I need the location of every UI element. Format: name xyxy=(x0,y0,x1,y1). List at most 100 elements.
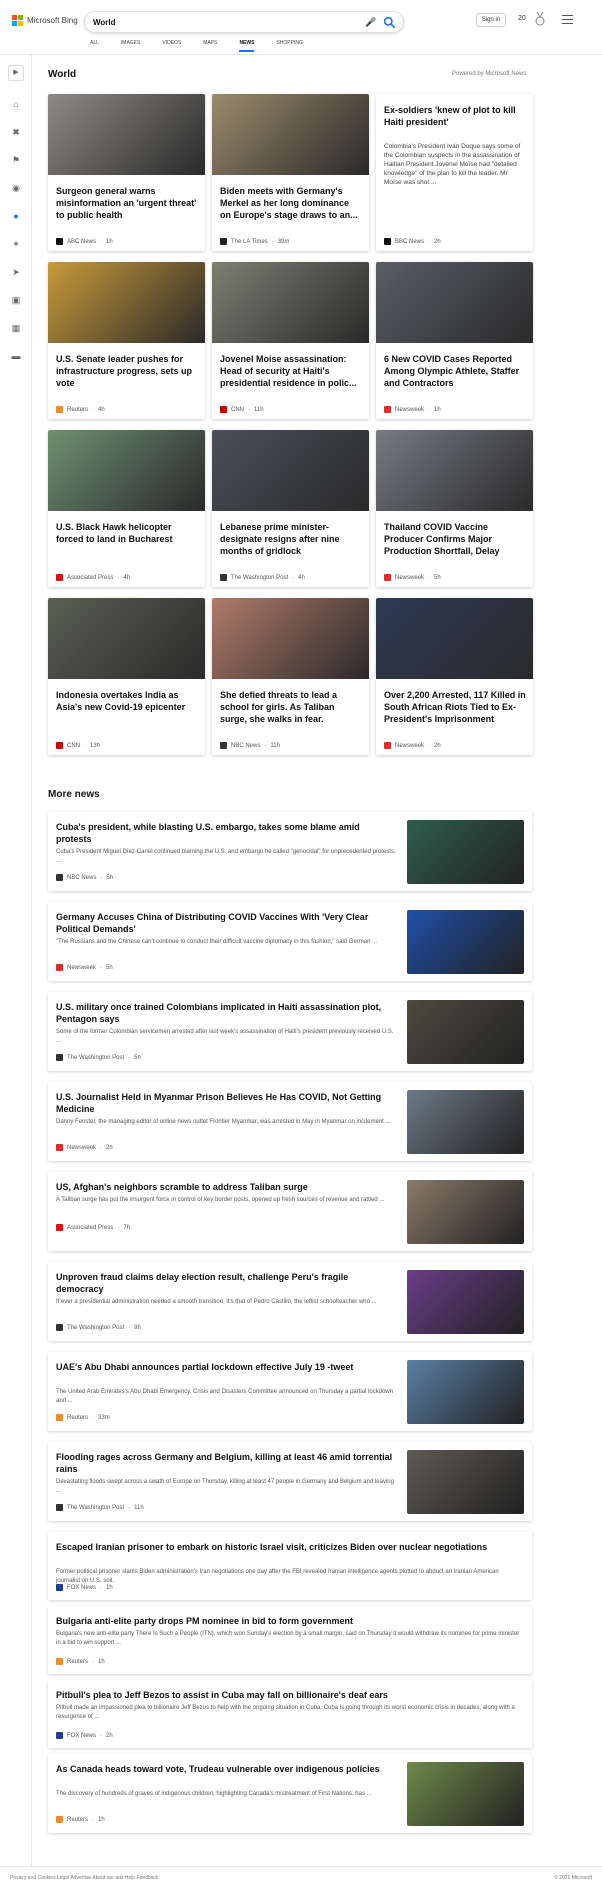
news-card[interactable]: 6 New COVID Cases Reported Among Olympic… xyxy=(376,262,533,419)
more-news-thumbnail[interactable] xyxy=(407,1270,524,1334)
news-card-title[interactable]: Over 2,200 Arrested, 117 Killed in South… xyxy=(384,689,526,725)
news-card[interactable]: Lebanese prime minister-designate resign… xyxy=(212,430,369,587)
more-news-title[interactable]: UAE's Abu Dhabi announces partial lockdo… xyxy=(56,1361,396,1373)
more-news-item[interactable]: Escaped Iranian prisoner to embark on hi… xyxy=(48,1532,532,1600)
more-news-item[interactable]: US, Afghan's neighbors scramble to addre… xyxy=(48,1172,532,1251)
news-card-image[interactable] xyxy=(212,94,369,175)
news-card[interactable]: Over 2,200 Arrested, 117 Killed in South… xyxy=(376,598,533,755)
more-news-title[interactable]: Escaped Iranian prisoner to embark on hi… xyxy=(56,1541,524,1553)
more-news-item[interactable]: Flooding rages across Germany and Belgiu… xyxy=(48,1442,532,1521)
news-card-title[interactable]: She defied threats to lead a school for … xyxy=(220,689,362,725)
more-news-title[interactable]: U.S. Journalist Held in Myanmar Prison B… xyxy=(56,1091,396,1115)
more-news-item[interactable]: Germany Accuses China of Distributing CO… xyxy=(48,902,532,981)
footer-links[interactable]: Privacy and Cookies Legal Advertise Abou… xyxy=(10,1875,158,1881)
news-card-image[interactable] xyxy=(212,262,369,343)
nav-shopping[interactable]: SHOPPING xyxy=(276,40,302,55)
hamburger-menu-icon[interactable] xyxy=(562,15,573,25)
location-pin-icon[interactable]: ◉ xyxy=(10,182,22,194)
news-card-title[interactable]: Biden meets with Germany's Merkel as her… xyxy=(220,185,362,221)
news-card-image[interactable] xyxy=(376,262,533,343)
rocket-icon[interactable]: ➤ xyxy=(10,266,22,278)
expand-sidebar-icon[interactable]: ▶ xyxy=(8,65,24,81)
news-card-title[interactable]: 6 New COVID Cases Reported Among Olympic… xyxy=(384,353,526,389)
rewards-medal-icon[interactable] xyxy=(534,12,546,26)
more-news-thumbnail[interactable] xyxy=(407,1360,524,1424)
news-card[interactable]: Thailand COVID Vaccine Producer Confirms… xyxy=(376,430,533,587)
more-news-title[interactable]: Pitbull's plea to Jeff Bezos to assist i… xyxy=(56,1689,524,1701)
news-card-image[interactable] xyxy=(212,598,369,679)
movie-icon[interactable]: ▣ xyxy=(10,294,22,306)
more-news-item[interactable]: UAE's Abu Dhabi announces partial lockdo… xyxy=(48,1352,532,1431)
nav-images[interactable]: IMAGES xyxy=(121,40,140,55)
flag-icon[interactable]: ⚑ xyxy=(10,154,22,166)
news-card-image[interactable] xyxy=(48,262,205,343)
news-card-title[interactable]: Thailand COVID Vaccine Producer Confirms… xyxy=(384,521,526,557)
dot-separator: · xyxy=(128,1054,131,1061)
more-news-item[interactable]: Unproven fraud claims delay election res… xyxy=(48,1262,532,1341)
more-news-thumbnail[interactable] xyxy=(407,820,524,884)
news-card-image[interactable] xyxy=(212,430,369,511)
more-news-title[interactable]: US, Afghan's neighbors scramble to addre… xyxy=(56,1181,396,1193)
news-card[interactable]: Surgeon general warns misinformation an … xyxy=(48,94,205,251)
more-news-title[interactable]: Unproven fraud claims delay election res… xyxy=(56,1271,396,1295)
search-input[interactable] xyxy=(93,15,363,30)
more-news-item[interactable]: Cuba's president, while blasting U.S. em… xyxy=(48,812,532,891)
news-card-title[interactable]: U.S. Black Hawk helicopter forced to lan… xyxy=(56,521,198,545)
more-news-item[interactable]: U.S. military once trained Colombians im… xyxy=(48,992,532,1071)
more-news-title[interactable]: Germany Accuses China of Distributing CO… xyxy=(56,911,396,935)
nav-news[interactable]: NEWS xyxy=(239,40,255,55)
news-card-image[interactable] xyxy=(376,598,533,679)
news-card-image[interactable] xyxy=(48,598,205,679)
news-card-title[interactable]: Ex-soldiers 'knew of plot to kill Haiti … xyxy=(384,104,526,128)
rewards-points[interactable]: 20 xyxy=(518,15,526,22)
more-news-title[interactable]: Bulgaria anti-elite party drops PM nomin… xyxy=(56,1615,524,1627)
news-card[interactable]: Ex-soldiers 'knew of plot to kill Haiti … xyxy=(376,94,533,251)
news-card[interactable]: Indonesia overtakes India as Asia's new … xyxy=(48,598,205,755)
home-icon[interactable]: ⌂ xyxy=(10,98,22,110)
news-card-title[interactable]: Jovenel Moise assassination: Head of sec… xyxy=(220,353,362,389)
globe-icon[interactable]: ● xyxy=(10,210,22,222)
microphone-icon[interactable]: 🎤 xyxy=(365,17,377,29)
nav-maps[interactable]: MAPS xyxy=(203,40,217,55)
news-card-title[interactable]: Indonesia overtakes India as Asia's new … xyxy=(56,689,198,713)
more-news-thumbnail[interactable] xyxy=(407,1090,524,1154)
news-card[interactable]: U.S. Black Hawk helicopter forced to lan… xyxy=(48,430,205,587)
news-card[interactable]: She defied threats to lead a school for … xyxy=(212,598,369,755)
nav-videos[interactable]: VIDEOS xyxy=(162,40,181,55)
news-card-title[interactable]: Surgeon general warns misinformation an … xyxy=(56,185,198,221)
news-card[interactable]: Biden meets with Germany's Merkel as her… xyxy=(212,94,369,251)
news-card-title[interactable]: Lebanese prime minister-designate resign… xyxy=(220,521,362,557)
more-news-title[interactable]: As Canada heads toward vote, Trudeau vul… xyxy=(56,1763,396,1775)
more-news-thumbnail[interactable] xyxy=(407,910,524,974)
news-card-image[interactable] xyxy=(48,430,205,511)
bing-logo[interactable]: Microsoft Bing xyxy=(12,15,78,26)
powered-by-text[interactable]: Powered by Microsoft News xyxy=(452,71,526,77)
more-news-thumbnail[interactable] xyxy=(407,1000,524,1064)
more-news-thumbnail[interactable] xyxy=(407,1450,524,1514)
running-icon[interactable]: ✶ xyxy=(10,238,22,250)
more-news-item[interactable]: As Canada heads toward vote, Trudeau vul… xyxy=(48,1754,532,1833)
more-news-item[interactable]: Pitbull's plea to Jeff Bezos to assist i… xyxy=(48,1680,532,1748)
more-news-title[interactable]: Flooding rages across Germany and Belgiu… xyxy=(56,1451,396,1475)
news-card-image[interactable] xyxy=(376,430,533,511)
more-news-thumbnail[interactable] xyxy=(407,1180,524,1244)
publish-time: 33m xyxy=(98,1414,110,1421)
dot-separator: · xyxy=(428,238,431,245)
tools-icon[interactable]: ✖ xyxy=(10,126,22,138)
more-news-source: FOX News · 1h xyxy=(56,1584,113,1591)
news-card-title[interactable]: U.S. Senate leader pushes for infrastruc… xyxy=(56,353,198,389)
more-news-title[interactable]: U.S. military once trained Colombians im… xyxy=(56,1001,396,1025)
search-icon[interactable] xyxy=(383,16,396,29)
news-card[interactable]: U.S. Senate leader pushes for infrastruc… xyxy=(48,262,205,419)
more-news-item[interactable]: Bulgaria anti-elite party drops PM nomin… xyxy=(48,1606,532,1674)
sign-in-button[interactable]: Sign in xyxy=(476,13,506,27)
news-card-image[interactable] xyxy=(48,94,205,175)
top-bar: Microsoft Bing 🎤 Sign in 20 ALL IMAGES V… xyxy=(0,0,602,55)
card-icon[interactable]: ▬ xyxy=(10,350,22,362)
more-news-item[interactable]: U.S. Journalist Held in Myanmar Prison B… xyxy=(48,1082,532,1161)
more-news-thumbnail[interactable] xyxy=(407,1762,524,1826)
news-card[interactable]: Jovenel Moise assassination: Head of sec… xyxy=(212,262,369,419)
nav-all[interactable]: ALL xyxy=(90,40,99,55)
more-news-title[interactable]: Cuba's president, while blasting U.S. em… xyxy=(56,821,396,845)
building-icon[interactable]: ▦ xyxy=(10,322,22,334)
